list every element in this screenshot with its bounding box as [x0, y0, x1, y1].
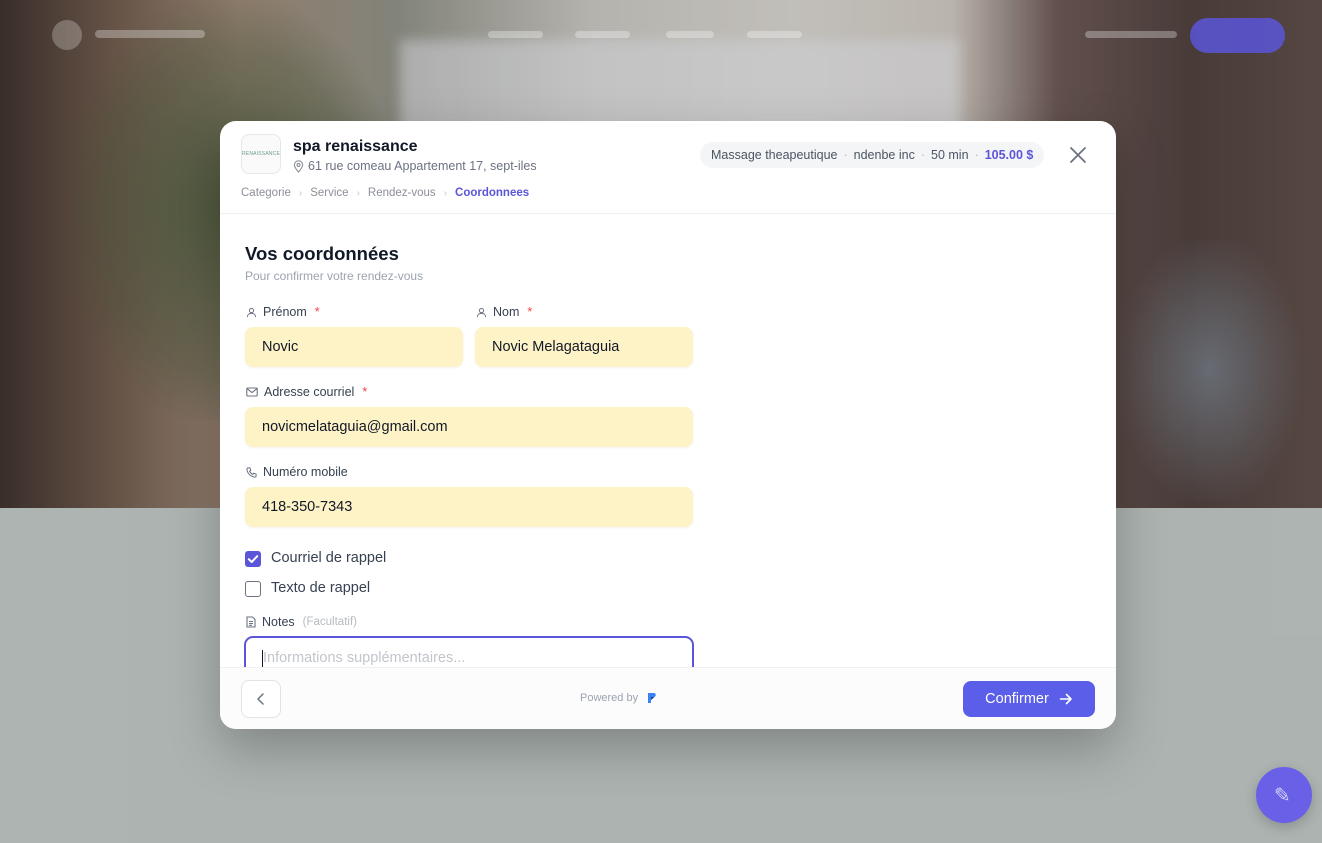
checkmark-icon — [247, 555, 259, 563]
summary-price: 105.00 $ — [984, 148, 1034, 162]
breadcrumb-item-categorie[interactable]: Categorie — [241, 187, 291, 199]
powered-by: Powered by — [580, 692, 658, 704]
confirm-button-label: Confirmer — [985, 691, 1049, 707]
brand-logo-icon — [648, 693, 656, 703]
arrow-right-icon — [1059, 693, 1072, 705]
breadcrumb-item-service[interactable]: Service — [310, 187, 348, 199]
required-mark: * — [362, 385, 368, 399]
chat-icon: ✎ — [1274, 785, 1291, 807]
email-label-text: Adresse courriel — [264, 385, 355, 399]
phone-field[interactable]: 418-350-7343 — [245, 487, 693, 527]
background-nav-link — [747, 31, 802, 38]
chat-fab-button[interactable]: ✎ — [1256, 767, 1312, 823]
breadcrumb: Categorie › Service › Rendez-vous › Coor… — [241, 187, 529, 199]
spa-address: 61 rue comeau Appartement 17, sept-iles — [293, 159, 537, 173]
sms-reminder-checkbox[interactable] — [245, 581, 261, 597]
last-name-label: Nom * — [476, 305, 532, 319]
document-icon — [246, 616, 256, 628]
form-content: Vos coordonnées Pour confirmer votre ren… — [220, 214, 1116, 667]
background-nav-link — [1085, 31, 1177, 38]
first-name-label-text: Prénom — [263, 305, 307, 319]
form-subtitle: Pour confirmer votre rendez-vous — [245, 269, 424, 283]
summary-duration: 50 min — [931, 148, 969, 162]
confirm-button[interactable]: Confirmer — [963, 681, 1095, 717]
spa-logo: RENAISSANCE — [241, 134, 281, 174]
chevron-left-icon — [257, 693, 264, 705]
background-nav-link — [666, 31, 714, 38]
notes-placeholder: Informations supplémentaires... — [263, 650, 466, 666]
user-icon — [246, 307, 257, 317]
last-name-label-text: Nom — [493, 305, 520, 319]
background-nav-link — [488, 31, 543, 38]
mail-icon — [246, 387, 258, 397]
powered-by-text: Powered by — [580, 692, 639, 704]
email-reminder-checkbox[interactable] — [245, 551, 261, 567]
booking-modal: RENAISSANCE spa renaissance 61 rue comea… — [220, 121, 1116, 729]
chevron-right-icon: › — [443, 187, 448, 199]
close-icon — [1070, 147, 1086, 163]
spa-name: spa renaissance — [293, 138, 418, 155]
notes-textarea[interactable]: Informations supplémentaires... — [244, 636, 694, 667]
background-reserve-button — [1190, 18, 1285, 53]
separator-dot: · — [843, 148, 848, 162]
first-name-input[interactable]: Novic — [245, 327, 463, 367]
separator-dot: · — [974, 148, 979, 162]
chevron-right-icon: › — [356, 187, 360, 199]
required-mark: * — [314, 305, 320, 319]
spa-address-text: 61 rue comeau Appartement 17, sept-iles — [308, 159, 537, 173]
separator-dot: · — [920, 148, 925, 162]
summary-provider: ndenbe inc — [853, 148, 915, 162]
email-reminder-label[interactable]: Courriel de rappel — [271, 550, 386, 566]
background-nav — [0, 18, 1322, 54]
background-nav-link — [575, 31, 630, 38]
required-mark: * — [527, 305, 533, 319]
sms-reminder-label[interactable]: Texto de rappel — [271, 580, 370, 596]
phone-label-text: Numéro mobile — [263, 465, 348, 479]
chevron-right-icon: › — [298, 187, 303, 199]
email-field[interactable]: novicmelataguia@gmail.com — [245, 407, 693, 447]
notes-optional-text: (Facultatif) — [302, 616, 357, 628]
form-title: Vos coordonnées — [245, 243, 399, 264]
user-icon — [476, 307, 487, 317]
phone-label: Numéro mobile — [246, 465, 348, 479]
last-name-input[interactable]: Novic Melagataguia — [475, 327, 693, 367]
modal-header: RENAISSANCE spa renaissance 61 rue comea… — [220, 121, 1116, 214]
background-logo-text — [95, 30, 205, 38]
breadcrumb-item-rendez-vous[interactable]: Rendez-vous — [368, 187, 436, 199]
notes-label-text: Notes — [262, 615, 295, 629]
location-pin-icon — [293, 159, 304, 173]
summary-service: Massage theapeutique — [711, 148, 838, 162]
close-button[interactable] — [1066, 143, 1090, 167]
booking-summary: Massage theapeutique · ndenbe inc · 50 m… — [700, 142, 1045, 168]
background-logo — [52, 20, 82, 50]
notes-label: Notes (Facultatif) — [246, 615, 357, 629]
modal-footer: Powered by Confirmer — [220, 667, 1116, 729]
first-name-label: Prénom * — [246, 305, 320, 319]
spa-logo-text: RENAISSANCE — [241, 151, 281, 157]
phone-icon — [246, 466, 257, 478]
back-button[interactable] — [241, 680, 281, 718]
breadcrumb-item-coordonnees: Coordonnees — [455, 187, 530, 199]
email-label: Adresse courriel * — [246, 385, 367, 399]
